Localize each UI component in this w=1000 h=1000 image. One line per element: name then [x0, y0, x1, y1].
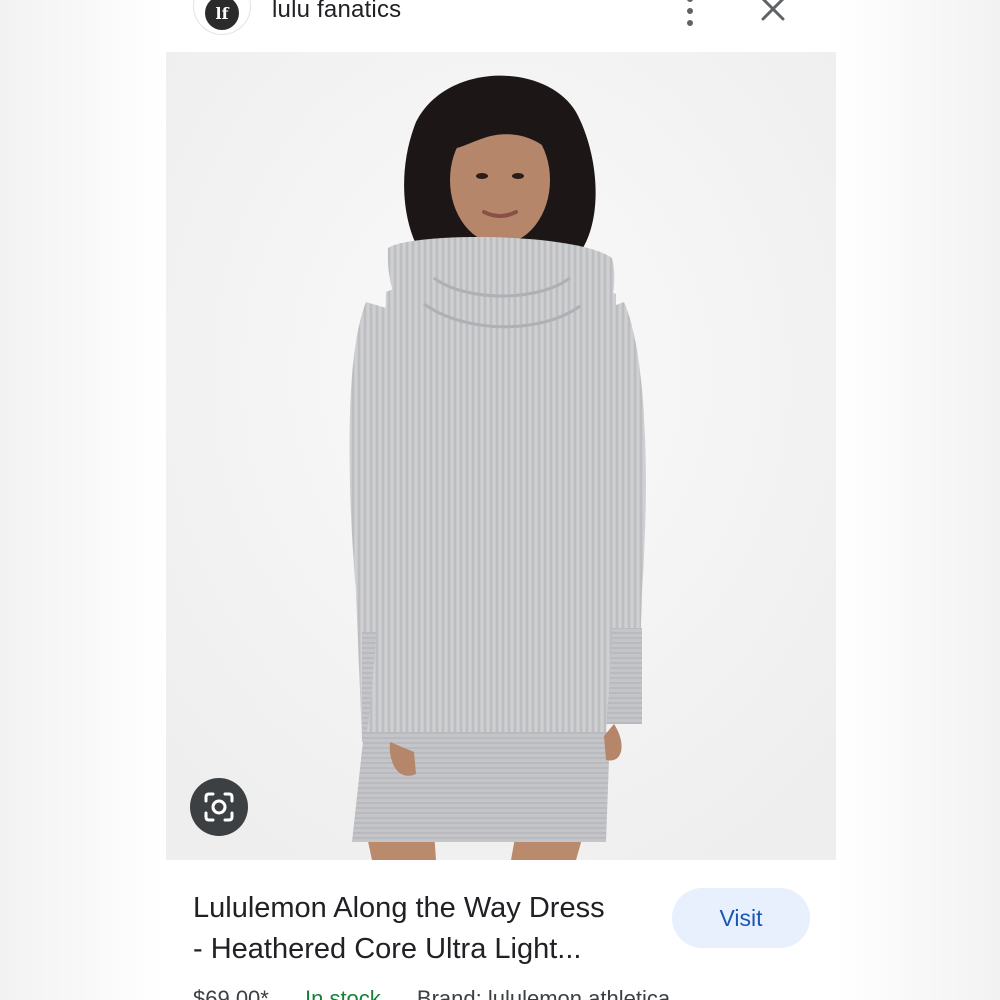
product-image[interactable] [166, 52, 836, 860]
visit-button[interactable]: Visit [672, 888, 810, 948]
price: $69.00* [193, 986, 269, 1000]
close-icon[interactable] [758, 0, 788, 24]
right-gutter [834, 0, 1000, 1000]
left-gutter [0, 0, 166, 1000]
product-title-line-2: - Heathered Core Ultra Light... [193, 933, 582, 965]
stock-status: In stock [304, 986, 381, 1000]
product-title[interactable]: Lululemon Along the Way Dress - Heathere… [193, 888, 663, 970]
brand: Brand: lululemon athletica [416, 986, 671, 1000]
image-result-card: lf lulu fanatics Lululemon Along the Way… [166, 0, 836, 1000]
more-vert-icon[interactable] [678, 0, 702, 26]
site-logo-mark: lf [205, 0, 239, 30]
result-header: lf lulu fanatics [166, 0, 836, 52]
site-logo[interactable]: lf [194, 0, 250, 34]
product-meta: $69.00* In stock Brand: lululemon athlet… [193, 986, 670, 1000]
lens-search-icon[interactable] [190, 778, 248, 836]
site-name[interactable]: lulu fanatics [272, 0, 401, 24]
page: lf lulu fanatics Lululemon Along the Way… [0, 0, 1000, 1000]
product-title-line-1: Lululemon Along the Way Dress [193, 892, 605, 924]
